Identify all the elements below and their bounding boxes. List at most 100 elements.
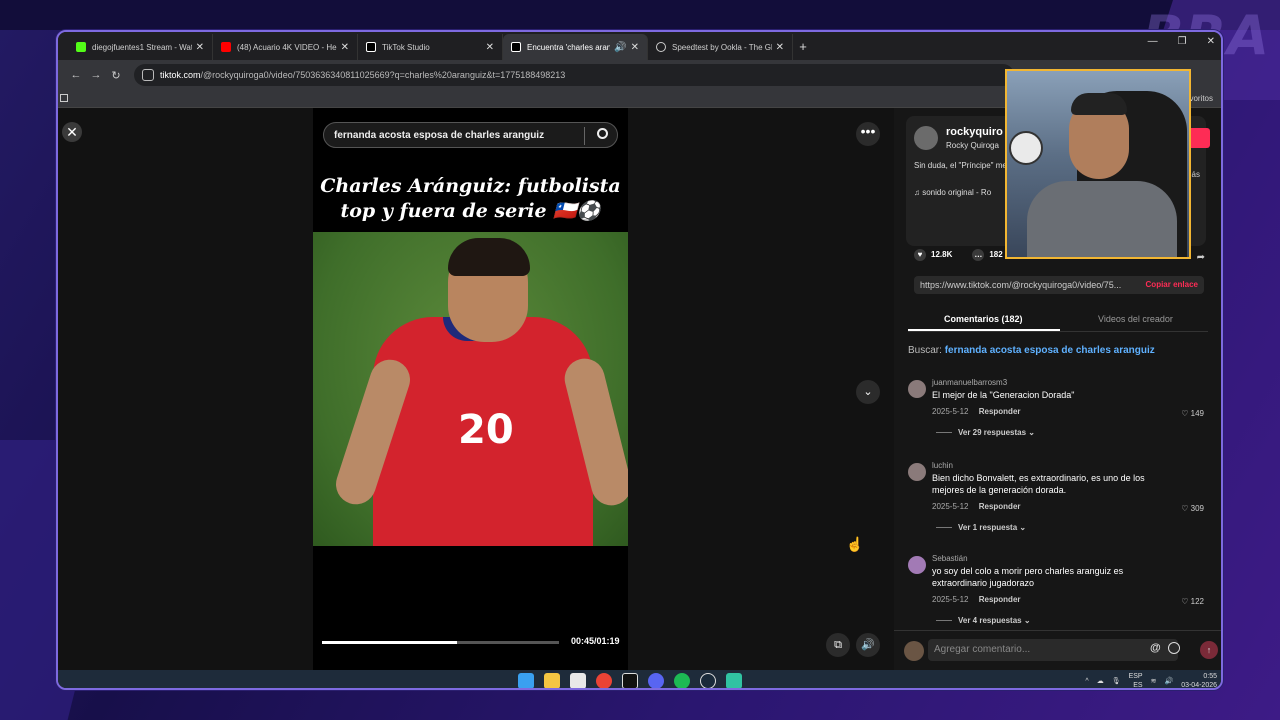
author-handle: Rocky Quiroga: [946, 141, 999, 150]
comment-meta: 2025-5-12 Responder: [932, 407, 1021, 416]
video-progress-bar[interactable]: [322, 641, 559, 644]
more-options-button[interactable]: •••: [856, 122, 880, 146]
comment-input[interactable]: Agregar comentario...: [928, 639, 1178, 661]
reload-icon[interactable]: ↻: [106, 69, 126, 82]
comment-date: 2025-5-12: [932, 407, 969, 416]
copy-link-button[interactable]: Copiar enlace: [1146, 280, 1198, 289]
close-icon[interactable]: ✕: [196, 42, 204, 53]
maximize-icon[interactable]: ❐: [1178, 36, 1187, 47]
commenter-name[interactable]: juanmanuelbarrosm3: [932, 378, 1007, 387]
comment-like-count: 149: [1190, 409, 1204, 418]
video-player[interactable]: fernanda acosta esposa de charles arangu…: [313, 108, 628, 670]
close-icon[interactable]: ✕: [776, 42, 784, 53]
top-backdrop: [0, 0, 1280, 30]
commenter-avatar[interactable]: [908, 556, 926, 574]
tab-speedtest[interactable]: Speedtest by Ookla - The Glob ✕: [648, 34, 793, 60]
mention-icon[interactable]: @: [1150, 642, 1161, 654]
panel-tabs: Comentarios (182) Videos del creador: [908, 308, 1208, 332]
capcut-icon[interactable]: [622, 673, 638, 688]
tab-tiktok-studio[interactable]: TikTok Studio ✕: [358, 34, 503, 60]
comment-button[interactable]: … 182: [972, 249, 1003, 261]
tab-bar: diegojfuentes1 Stream - Watch ✕ (48) Acu…: [58, 32, 1221, 60]
picture-in-picture-button[interactable]: ⧉: [826, 633, 850, 657]
clock[interactable]: 0:55 03-04-2026: [1181, 672, 1217, 689]
video-search-text: fernanda acosta esposa de charles arangu…: [334, 130, 545, 141]
follow-button[interactable]: [1188, 128, 1210, 148]
commenter-avatar[interactable]: [908, 380, 926, 398]
search-suggestion[interactable]: Buscar: fernanda acosta esposa de charle…: [908, 345, 1155, 356]
steam-icon[interactable]: [700, 673, 716, 688]
close-window-icon[interactable]: ✕: [1207, 36, 1215, 47]
author-name[interactable]: rockyquiro: [946, 126, 1003, 138]
clock-date: 03-04-2026: [1181, 682, 1217, 689]
see-more-link[interactable]: ás: [1192, 170, 1200, 179]
view-replies-button[interactable]: Ver 1 respuesta ⌄: [936, 523, 1026, 532]
emoji-icon[interactable]: [1168, 642, 1180, 654]
tab-label: Encuentra 'charles aranguiz: [527, 42, 611, 52]
close-icon[interactable]: ✕: [486, 42, 494, 53]
view-replies-button[interactable]: Ver 4 respuestas ⌄: [936, 616, 1031, 625]
new-tab-button[interactable]: +: [793, 34, 813, 60]
file-explorer-icon[interactable]: [544, 673, 560, 688]
comment-date: 2025-5-12: [932, 595, 969, 604]
commenter-name[interactable]: Sebastián: [932, 554, 968, 563]
comment-likes[interactable]: ♡ 149: [1181, 409, 1204, 418]
volume-button[interactable]: 🔊: [856, 633, 880, 657]
tab-creator-videos[interactable]: Videos del creador: [1098, 314, 1173, 324]
windows-start-icon[interactable]: [518, 673, 534, 688]
close-icon[interactable]: ✕: [341, 42, 349, 53]
microphone-icon[interactable]: 🎙: [1112, 677, 1121, 685]
tab-tiktok-search[interactable]: Encuentra 'charles aranguiz 🔊 ✕: [503, 34, 648, 60]
like-button[interactable]: ♥ 12.8K: [914, 249, 952, 261]
tab-label: TikTok Studio: [382, 42, 430, 52]
tab-comments[interactable]: Comentarios (182): [944, 314, 1023, 324]
caption-line-2: top y fuera de serie 🇨🇱⚽: [340, 200, 601, 222]
chrome-icon[interactable]: [596, 673, 612, 688]
streamlabs-icon[interactable]: [726, 673, 742, 688]
lang-top: ESP: [1128, 673, 1143, 680]
tab-youtube[interactable]: (48) Acuario 4K VIDEO - Herm ✕: [213, 34, 358, 60]
comment-composer: Agregar comentario... @ ↑: [894, 630, 1221, 670]
wifi-icon[interactable]: ≋: [1151, 677, 1157, 685]
user-avatar: [904, 641, 924, 661]
reply-button[interactable]: Responder: [979, 502, 1021, 511]
sound-link[interactable]: ♫ sonido original - Ro: [914, 188, 991, 197]
language-indicator[interactable]: ESP ES: [1128, 672, 1143, 688]
author-avatar[interactable]: [914, 126, 938, 150]
cloud-icon[interactable]: ☁: [1097, 677, 1104, 685]
discord-icon[interactable]: [648, 673, 664, 688]
video-caption-title: Charles Aránguiz: futbolista top y fuera…: [313, 174, 628, 224]
search-icon[interactable]: [597, 128, 608, 139]
view-replies-button[interactable]: Ver 29 respuestas ⌄: [936, 428, 1035, 437]
mouse-cursor: ☝: [846, 536, 864, 552]
next-video-button[interactable]: ⌄: [856, 380, 880, 404]
speaker-icon[interactable]: 🔊: [614, 42, 626, 53]
close-icon[interactable]: ✕: [631, 42, 639, 53]
replies-line: [936, 527, 952, 529]
commenter-name[interactable]: luchin: [932, 461, 953, 470]
minimize-icon[interactable]: —: [1148, 36, 1158, 47]
store-icon[interactable]: [570, 673, 586, 688]
tab-kick[interactable]: diegojfuentes1 Stream - Watch ✕: [68, 34, 213, 60]
spotify-icon[interactable]: [674, 673, 690, 688]
share-icon[interactable]: ➦: [1197, 252, 1205, 263]
site-info-icon[interactable]: [142, 69, 154, 81]
window-controls: — ❐ ✕: [1148, 36, 1215, 47]
speaker-icon[interactable]: 🔊: [1164, 677, 1173, 685]
close-viewer-button[interactable]: ✕: [62, 122, 82, 142]
tray-chevron-icon[interactable]: ^: [1085, 678, 1088, 685]
reply-button[interactable]: Responder: [979, 595, 1021, 604]
apps-icon[interactable]: [60, 94, 68, 102]
comment-likes[interactable]: ♡ 309: [1181, 504, 1204, 513]
reply-button[interactable]: Responder: [979, 407, 1021, 416]
back-icon[interactable]: ←: [66, 69, 86, 81]
forward-icon[interactable]: →: [86, 69, 106, 81]
search-query-link[interactable]: fernanda acosta esposa de charles arangu…: [945, 345, 1155, 356]
send-button[interactable]: ↑: [1200, 641, 1218, 659]
commenter-avatar[interactable]: [908, 463, 926, 481]
replies-label: Ver 1 respuesta: [958, 523, 1018, 532]
taskbar-apps: [518, 673, 742, 688]
video-search-input[interactable]: fernanda acosta esposa de charles arangu…: [323, 122, 618, 148]
comment-likes[interactable]: ♡ 122: [1181, 597, 1204, 606]
url-field[interactable]: tiktok.com /@rockyquiroga0/video/7503636…: [134, 64, 1014, 86]
